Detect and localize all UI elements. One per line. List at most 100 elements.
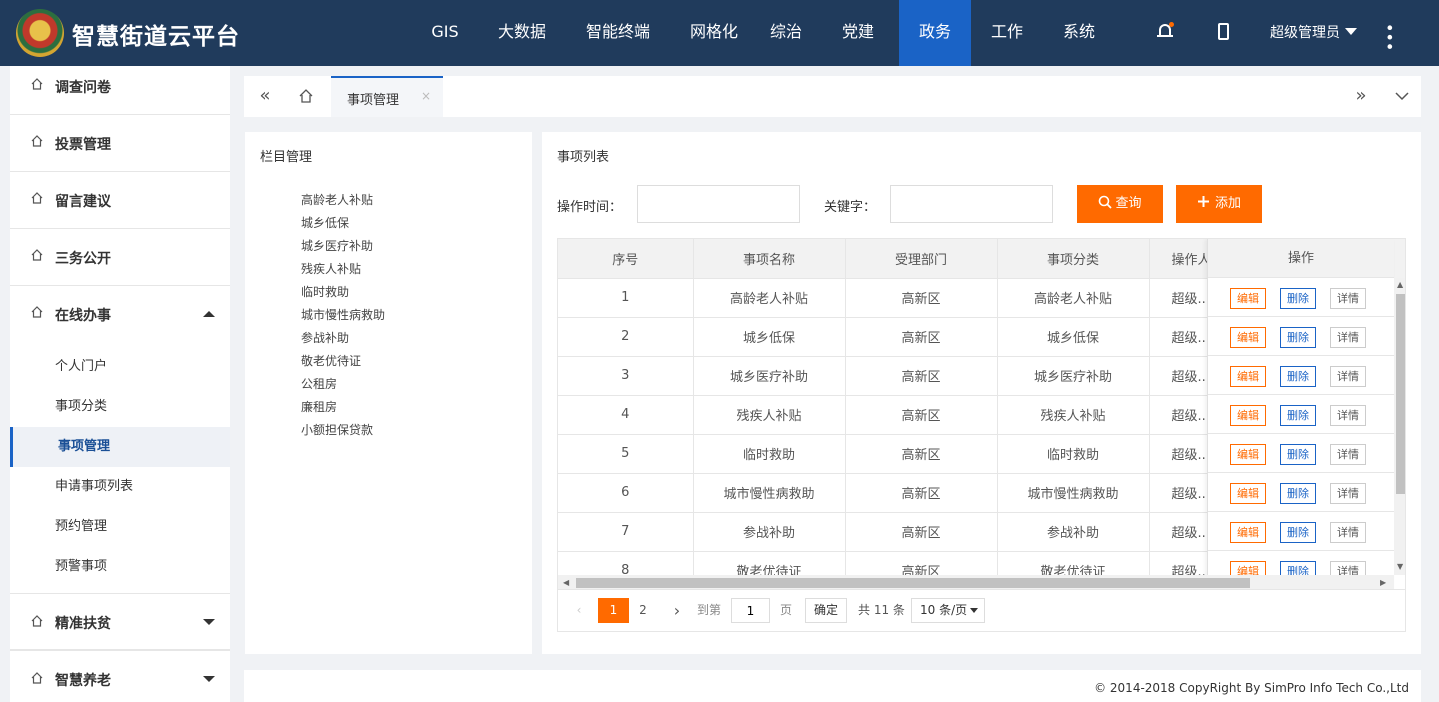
tree-item[interactable]: 城市慢性病救助 [301, 306, 385, 329]
scroll-left-icon[interactable]: « [252, 76, 278, 117]
chevron-down-icon [1345, 28, 1357, 35]
sidebar-subitem[interactable]: 事项分类 [10, 387, 230, 427]
edit-button[interactable]: 编辑 [1230, 405, 1266, 426]
detail-button[interactable]: 详情 [1330, 327, 1366, 348]
chevron-down-icon [203, 676, 215, 682]
plus-icon [1197, 196, 1209, 207]
more-icon[interactable]: ••• [1380, 23, 1399, 51]
vertical-scrollbar[interactable]: ▲ ▼ [1394, 278, 1405, 575]
tab-item-management[interactable]: 事项管理 × [331, 76, 443, 117]
sidebar-item-label: 精准扶贫 [55, 616, 111, 632]
page-size-select[interactable]: 10 条/页 [911, 598, 985, 623]
table-cell: 城市慢性病救助 [693, 473, 846, 513]
tree-item[interactable]: 城乡医疗补助 [301, 237, 385, 260]
detail-button[interactable]: 详情 [1330, 483, 1366, 504]
tree-item[interactable]: 临时救助 [301, 283, 385, 306]
goto-page-input[interactable] [731, 598, 770, 623]
detail-button[interactable]: 详情 [1330, 288, 1366, 309]
table-cell: 临时救助 [997, 434, 1150, 474]
table-cell: 7 [558, 512, 694, 552]
tree-item[interactable]: 敬老优待证 [301, 352, 385, 375]
sidebar-item-label: 调查问卷 [55, 80, 111, 96]
edit-button[interactable]: 编辑 [1230, 522, 1266, 543]
sidebar-subitem[interactable]: 个人门户 [10, 347, 230, 387]
sidebar-subitem[interactable]: 预约管理 [10, 507, 230, 547]
edit-button[interactable]: 编辑 [1230, 327, 1266, 348]
horizontal-scrollbar[interactable]: ◀ ▶ [558, 575, 1394, 589]
time-input[interactable] [637, 185, 800, 223]
search-button[interactable]: 查询 [1077, 185, 1163, 223]
edit-button[interactable]: 编辑 [1230, 366, 1266, 387]
bell-icon[interactable] [1156, 22, 1176, 42]
chevron-down-icon[interactable] [1390, 76, 1414, 117]
sidebar-item[interactable]: 留言建议 [10, 172, 230, 229]
delete-button[interactable]: 删除 [1280, 483, 1316, 504]
detail-button[interactable]: 详情 [1330, 522, 1366, 543]
sidebar-subitem[interactable]: 预警事项 [10, 547, 230, 587]
delete-button[interactable]: 删除 [1280, 366, 1316, 387]
sidebar-item[interactable]: 智慧养老 [10, 650, 230, 702]
sidebar-item[interactable]: 在线办事 [10, 286, 230, 343]
delete-button[interactable]: 删除 [1280, 444, 1316, 465]
close-icon[interactable]: × [421, 89, 431, 103]
panel-title: 栏目管理 [260, 150, 313, 165]
delete-button[interactable]: 删除 [1280, 288, 1316, 309]
nav-item[interactable]: 网格化 [673, 0, 755, 66]
scroll-right-icon[interactable]: » [1348, 76, 1374, 117]
tree-item[interactable]: 廉租房 [301, 398, 385, 421]
user-name: 超级管理员 [1270, 25, 1340, 41]
column-panel: 栏目管理 高龄老人补贴 城乡低保 城乡医疗补助 残疾人补贴 临时救助 城市慢性病救助 参战补… [245, 132, 532, 654]
sidebar-item[interactable]: 调查问卷 [10, 66, 230, 115]
user-menu[interactable]: 超级管理员 [1270, 22, 1357, 42]
sidebar-item-label: 三务公开 [55, 251, 111, 267]
sidebar-subitem[interactable]: 事项管理 [10, 427, 230, 467]
nav-item[interactable]: 政务 [899, 0, 971, 66]
detail-button[interactable]: 详情 [1330, 444, 1366, 465]
mobile-icon[interactable] [1214, 22, 1234, 42]
table-cell: 高新区 [845, 395, 998, 435]
op-row: 编辑 删除 详情 [1208, 278, 1394, 317]
nav-item[interactable]: 系统 [1043, 0, 1115, 66]
nav-item[interactable]: 工作 [971, 0, 1043, 66]
copyright: © 2014-2018 CopyRight By SimPro Info Tec… [1094, 681, 1409, 695]
pagination: ‹ 1 2 › 到第 页 确定 共 11 条 10 条/页 [557, 590, 1406, 632]
delete-button[interactable]: 删除 [1280, 522, 1316, 543]
sidebar-item[interactable]: 三务公开 [10, 229, 230, 286]
add-button[interactable]: 添加 [1176, 185, 1262, 223]
op-row: 编辑 删除 详情 [1208, 512, 1394, 551]
detail-button[interactable]: 详情 [1330, 405, 1366, 426]
sidebar-subitem[interactable]: 申请事项列表 [10, 467, 230, 507]
next-page-icon[interactable]: › [670, 598, 684, 623]
nav-item[interactable]: 大数据 [481, 0, 563, 66]
edit-button[interactable]: 编辑 [1230, 483, 1266, 504]
table-cell: 高新区 [845, 278, 998, 318]
nav-item[interactable]: 综治 [755, 0, 817, 66]
tree-item[interactable]: 参战补助 [301, 329, 385, 352]
top-nav: GIS 大数据 智能终端 网格化 综治 党建 政务 工作 系统 [409, 0, 1115, 66]
sidebar-item[interactable]: 精准扶贫 [10, 593, 230, 650]
prev-page-icon[interactable]: ‹ [572, 598, 586, 623]
table-cell: 城乡医疗补助 [997, 356, 1150, 396]
tree-item[interactable]: 残疾人补贴 [301, 260, 385, 283]
nav-item[interactable]: 党建 [817, 0, 899, 66]
page-1[interactable]: 1 [598, 598, 629, 623]
home-tab-icon[interactable] [292, 76, 320, 117]
goto-confirm-button[interactable]: 确定 [805, 598, 848, 623]
tree-item[interactable]: 高龄老人补贴 [301, 191, 385, 214]
sidebar-item[interactable]: 投票管理 [10, 115, 230, 172]
table-cell: 残疾人补贴 [997, 395, 1150, 435]
detail-button[interactable]: 详情 [1330, 366, 1366, 387]
keyword-input[interactable] [890, 185, 1053, 223]
tree-item[interactable]: 城乡低保 [301, 214, 385, 237]
time-label: 操作时间： [557, 200, 623, 215]
nav-item[interactable]: GIS [409, 0, 481, 66]
nav-item[interactable]: 智能终端 [563, 0, 673, 66]
delete-button[interactable]: 删除 [1280, 405, 1316, 426]
tree-item[interactable]: 公租房 [301, 375, 385, 398]
tree-item[interactable]: 小额担保贷款 [301, 421, 385, 444]
page-2[interactable]: 2 [636, 598, 650, 623]
edit-button[interactable]: 编辑 [1230, 444, 1266, 465]
delete-button[interactable]: 删除 [1280, 327, 1316, 348]
edit-button[interactable]: 编辑 [1230, 288, 1266, 309]
home-icon [31, 249, 43, 261]
